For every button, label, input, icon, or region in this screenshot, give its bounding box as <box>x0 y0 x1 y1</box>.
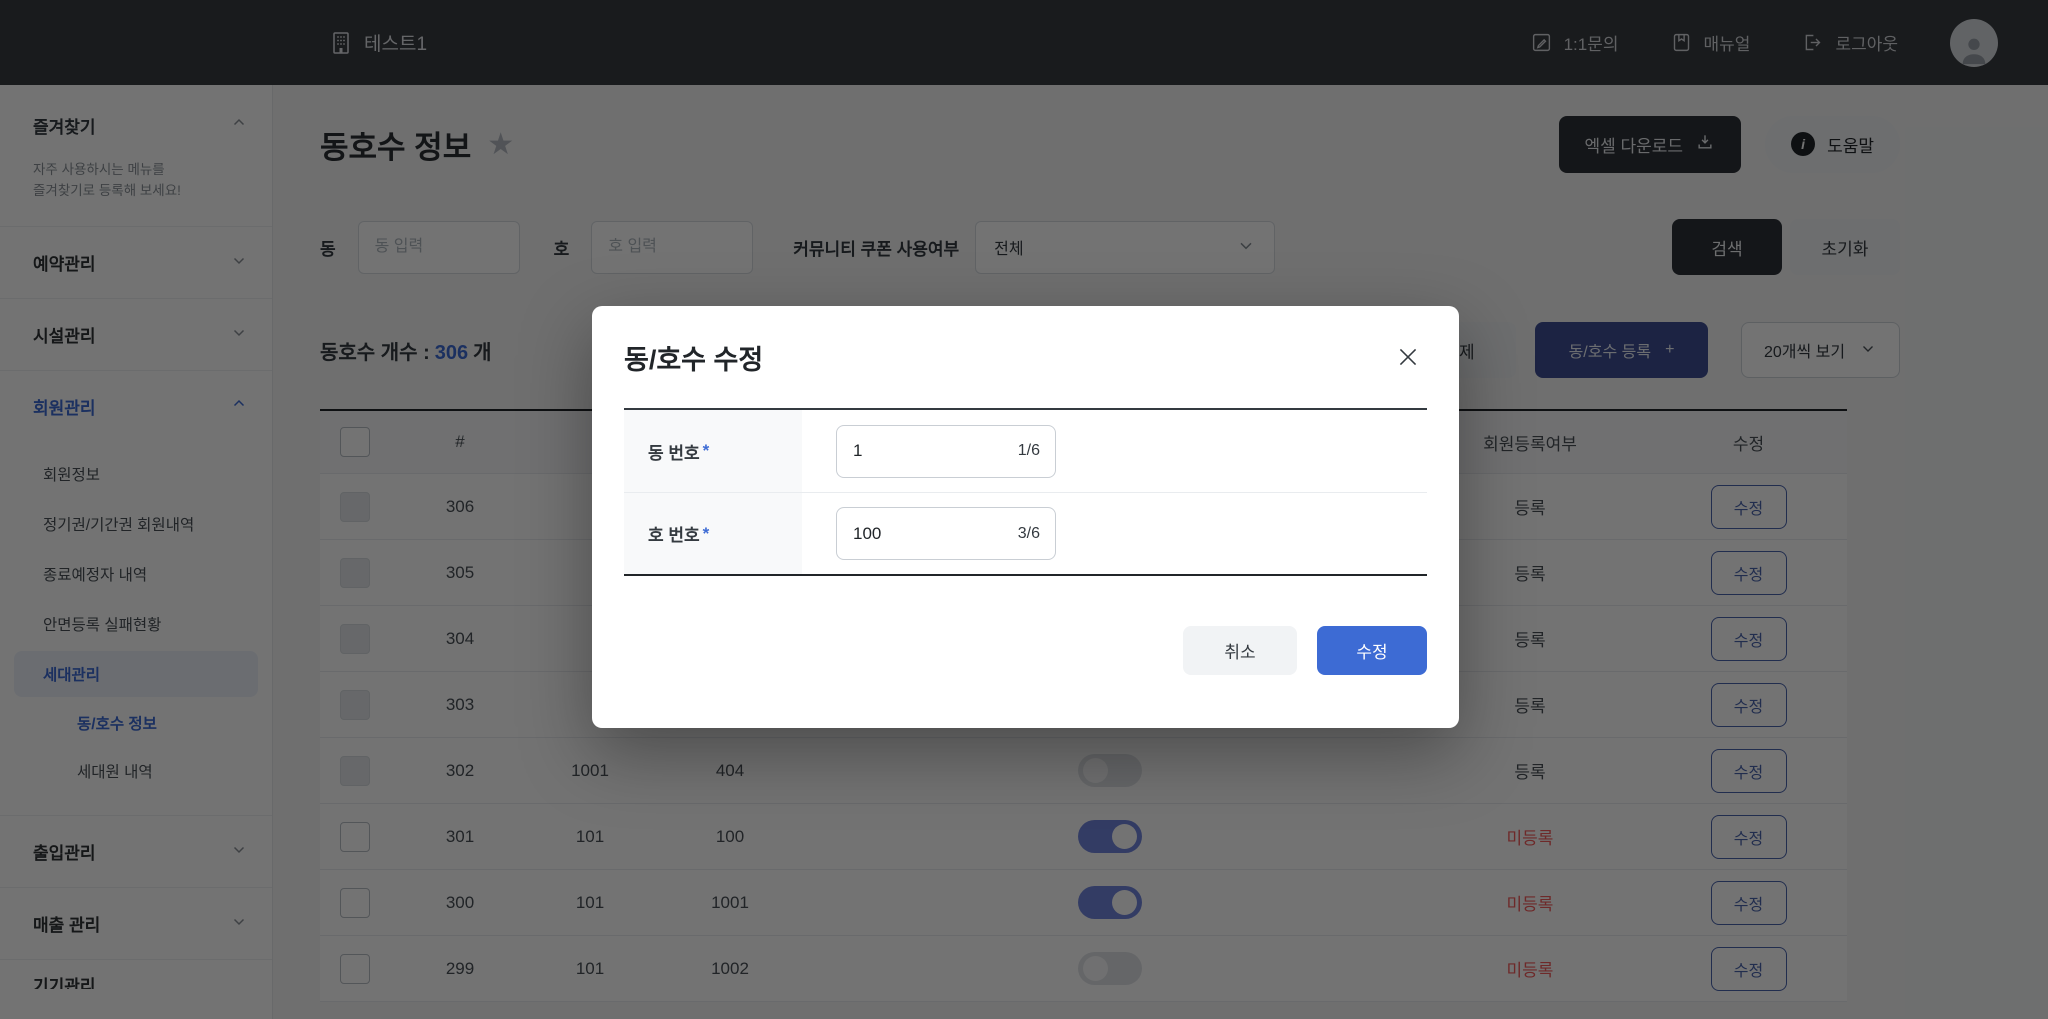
required-mark: * <box>702 441 710 460</box>
dong-number-label: 동 번호 * <box>624 410 802 492</box>
dong-char-counter: 1/6 <box>1017 442 1040 459</box>
cancel-button[interactable]: 취소 <box>1183 626 1297 675</box>
modal-title: 동/호수 수정 <box>624 344 764 375</box>
dong-number-row: 동 번호* 1/6 <box>624 410 1427 492</box>
required-mark: * <box>702 523 710 543</box>
ho-char-counter: 3/6 <box>1017 524 1040 542</box>
edit-dong-ho-modal: 동/호수 수정 동 번호* 1/6 호 번호* <box>592 306 1459 728</box>
modal-form: 동 번호* 1/6 호 번호* 3/6 <box>624 408 1427 576</box>
ho-number-label: 호 번호 * <box>624 493 802 574</box>
submit-edit-button[interactable]: 수정 <box>1317 626 1427 675</box>
app-root: 테스트1 1:1문의 매뉴얼 <box>0 0 2048 1019</box>
ho-number-row: 호 번호* 3/6 <box>624 492 1427 574</box>
close-icon[interactable] <box>1393 342 1423 372</box>
